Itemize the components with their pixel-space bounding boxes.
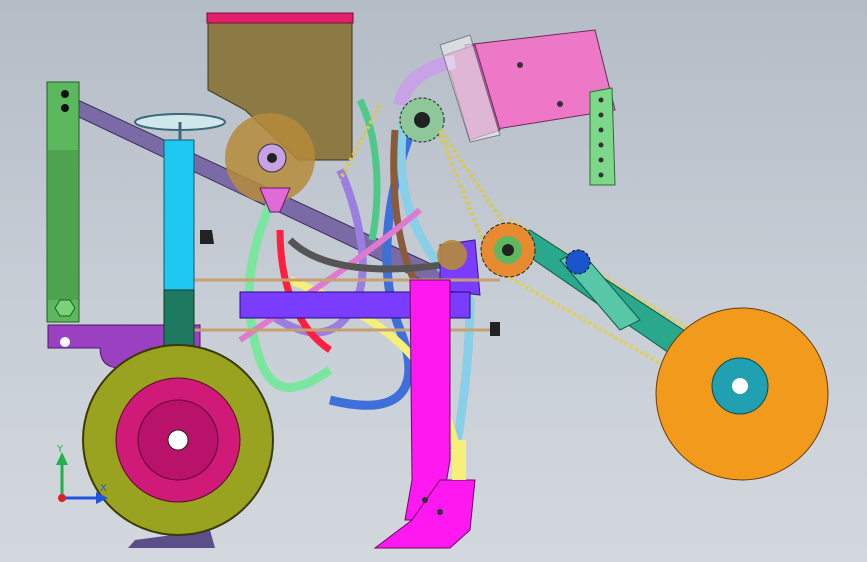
crossbar-nut-right <box>490 322 500 336</box>
press-hub-bolt <box>732 378 748 394</box>
bracket-hole <box>60 337 70 347</box>
crossbar-nut-left <box>200 230 214 244</box>
adjust-hole-1 <box>598 97 604 103</box>
post-bolt-2 <box>61 104 69 112</box>
bracket-gear <box>437 240 467 270</box>
post-nut <box>54 299 76 317</box>
left-post-inner <box>47 150 79 300</box>
adjust-hole-4 <box>598 142 604 148</box>
adjust-plate[interactable] <box>589 87 616 186</box>
cad-3d-viewport[interactable]: Y X <box>0 0 867 562</box>
post-bolt-top <box>61 90 69 98</box>
z-axis-dot <box>58 494 66 502</box>
adjust-hole-5 <box>598 157 604 163</box>
opener-bolt-2 <box>437 509 443 515</box>
seed-boot-yellow <box>452 440 466 480</box>
opener-bolt-1 <box>422 497 428 503</box>
adjust-hole-6 <box>598 172 604 178</box>
planter-assembly-model[interactable]: Y X <box>0 0 867 562</box>
adjust-hole-2 <box>598 112 604 118</box>
gauge-wheel-hub <box>167 429 189 451</box>
seed-tube-teal <box>356 98 381 241</box>
idler-sprocket[interactable] <box>565 249 591 275</box>
hopper-lid[interactable] <box>206 12 354 24</box>
hub-bolt <box>267 153 277 163</box>
adjust-hole-3 <box>598 127 604 133</box>
mid-sprocket-hub <box>502 244 514 256</box>
y-axis-label: Y <box>56 444 64 455</box>
post-clamp-lower <box>163 289 195 351</box>
upper-sprocket-hub <box>414 112 430 128</box>
x-axis-label: X <box>100 483 107 494</box>
